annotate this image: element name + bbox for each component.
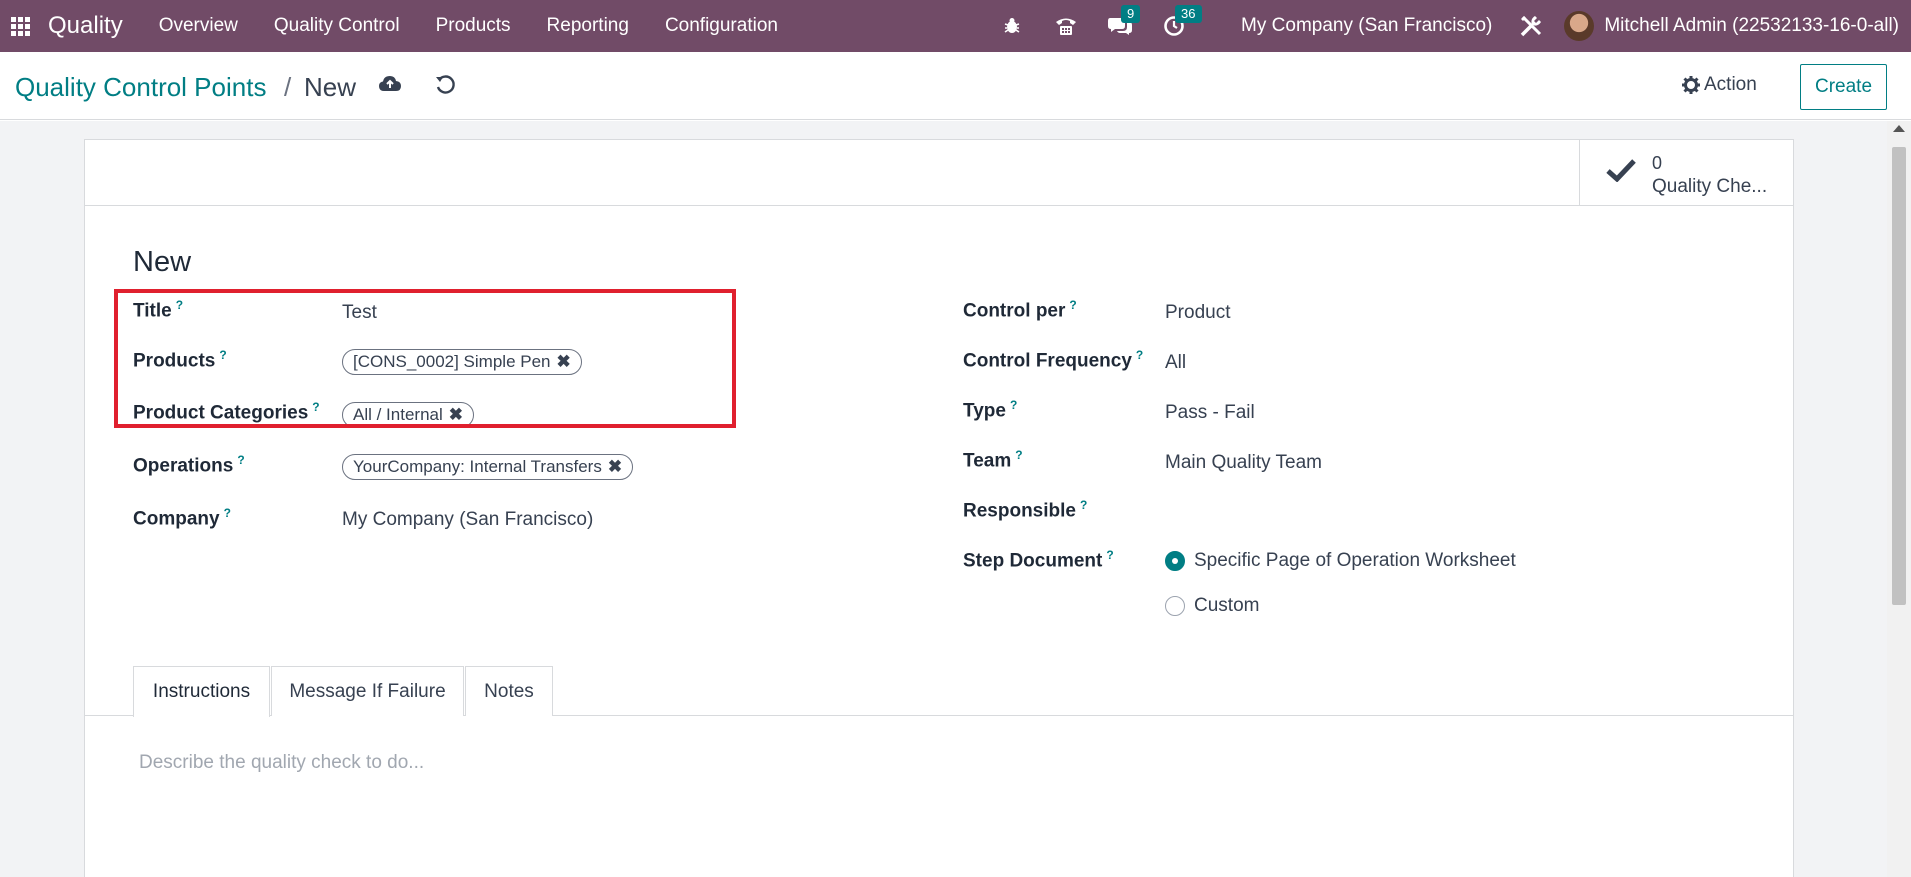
help-tooltip-icon[interactable]: ? xyxy=(1080,498,1087,512)
radio-specific-page[interactable] xyxy=(1165,551,1185,571)
operations-tag-label: YourCompany: Internal Transfers xyxy=(353,457,602,476)
tab-message-if-failure[interactable]: Message If Failure xyxy=(271,666,464,716)
systray: 9 36 My Company (San Francisco) Mitchell… xyxy=(997,0,1911,52)
quality-checks-smart-button[interactable]: 0 Quality Che... xyxy=(1579,140,1793,206)
type-field[interactable]: Pass - Fail xyxy=(1165,402,1255,424)
tab-instructions[interactable]: Instructions xyxy=(133,666,270,717)
apps-grid-icon xyxy=(10,16,30,36)
messages-icon[interactable]: 9 xyxy=(1105,5,1141,41)
menu-reporting[interactable]: Reporting xyxy=(547,15,629,37)
tab-notes[interactable]: Notes xyxy=(465,666,553,716)
type-label: Type? xyxy=(963,398,1018,422)
highlight-annotation-box xyxy=(114,289,736,428)
form-sheet: 0 Quality Che... New Title? Test Product… xyxy=(84,139,1794,877)
company-label: Company? xyxy=(133,506,231,530)
quality-checks-label: Quality Che... xyxy=(1652,176,1768,197)
tools-icon[interactable] xyxy=(1516,11,1546,41)
radio-custom[interactable] xyxy=(1165,596,1185,616)
help-tooltip-icon[interactable]: ? xyxy=(1010,398,1017,412)
user-avatar[interactable] xyxy=(1564,11,1595,41)
company-field[interactable]: My Company (San Francisco) xyxy=(342,509,593,531)
main-menu: Overview Quality Control Products Report… xyxy=(159,15,814,37)
vertical-scrollbar[interactable] xyxy=(1887,121,1911,877)
control-per-field[interactable]: Product xyxy=(1165,302,1230,324)
help-tooltip-icon[interactable]: ? xyxy=(1069,298,1076,312)
control-panel: Quality Control Points / New Action Crea… xyxy=(0,52,1911,120)
radio-custom-label[interactable]: Custom xyxy=(1194,595,1259,617)
breadcrumb-parent-link[interactable]: Quality Control Points xyxy=(15,72,266,103)
instructions-editor[interactable]: Describe the quality check to do... xyxy=(139,752,424,774)
company-switcher[interactable]: My Company (San Francisco) xyxy=(1241,15,1492,37)
user-menu[interactable]: Mitchell Admin (22532133-16-0-all) xyxy=(1604,15,1899,37)
remove-tag-icon[interactable]: ✖ xyxy=(608,457,622,477)
control-frequency-field[interactable]: All xyxy=(1165,352,1186,374)
scrollbar-thumb[interactable] xyxy=(1892,147,1906,605)
messages-badge: 9 xyxy=(1121,5,1141,23)
team-field[interactable]: Main Quality Team xyxy=(1165,452,1322,474)
discard-undo-icon[interactable] xyxy=(434,74,456,101)
responsible-label: Responsible? xyxy=(963,498,1088,522)
app-brand[interactable]: Quality xyxy=(48,12,123,40)
operations-label: Operations? xyxy=(133,453,245,477)
gear-icon xyxy=(1682,76,1700,94)
create-button[interactable]: Create xyxy=(1800,64,1887,110)
smart-button-box: 0 Quality Che... xyxy=(85,140,1793,206)
menu-overview[interactable]: Overview xyxy=(159,15,238,37)
menu-quality-control[interactable]: Quality Control xyxy=(274,15,400,37)
help-tooltip-icon[interactable]: ? xyxy=(1136,348,1143,362)
debug-bug-icon[interactable] xyxy=(997,11,1027,41)
menu-configuration[interactable]: Configuration xyxy=(665,15,778,37)
help-tooltip-icon[interactable]: ? xyxy=(237,453,244,467)
control-per-label: Control per? xyxy=(963,298,1077,322)
help-tooltip-icon[interactable]: ? xyxy=(1015,448,1022,462)
operations-tag[interactable]: YourCompany: Internal Transfers ✖ xyxy=(342,454,634,480)
phone-icon[interactable] xyxy=(1051,11,1081,41)
checkmark-icon xyxy=(1606,158,1636,187)
menu-products[interactable]: Products xyxy=(436,15,511,37)
top-navbar: Quality Overview Quality Control Product… xyxy=(0,0,1911,52)
apps-menu-button[interactable] xyxy=(0,0,40,52)
help-tooltip-icon[interactable]: ? xyxy=(224,506,231,520)
action-menu-button[interactable]: Action xyxy=(1682,74,1757,96)
help-tooltip-icon[interactable]: ? xyxy=(1106,548,1113,562)
breadcrumb-current: New xyxy=(304,72,357,102)
control-frequency-label: Control Frequency? xyxy=(963,348,1144,372)
cloud-save-icon[interactable] xyxy=(378,74,402,99)
activities-badge: 36 xyxy=(1175,5,1202,23)
activities-clock-icon[interactable]: 36 xyxy=(1159,5,1202,41)
breadcrumb-separator: / xyxy=(284,72,292,102)
record-title: New xyxy=(133,246,192,278)
scroll-up-arrow-icon[interactable] xyxy=(1893,125,1905,132)
quality-checks-count: 0 xyxy=(1652,153,1663,173)
action-label: Action xyxy=(1704,74,1757,95)
step-document-label: Step Document? xyxy=(963,548,1114,572)
radio-specific-page-label[interactable]: Specific Page of Operation Worksheet xyxy=(1194,550,1516,572)
team-label: Team? xyxy=(963,448,1023,472)
